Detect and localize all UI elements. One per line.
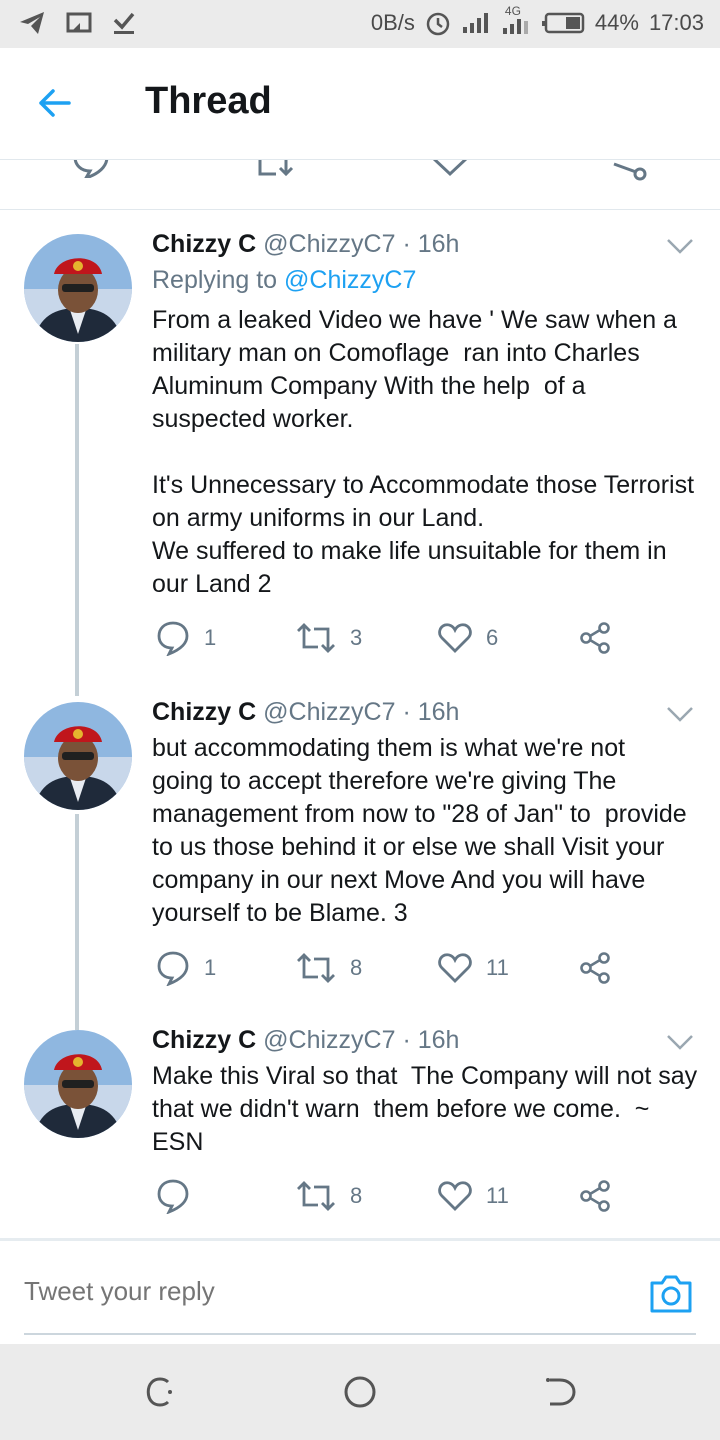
replying-to-handle[interactable]: @ChizzyC7 xyxy=(284,266,416,294)
reply-composer xyxy=(0,1238,720,1344)
camera-icon[interactable] xyxy=(648,1273,694,1315)
speech-bubble-icon[interactable] xyxy=(72,160,110,178)
like-count: 11 xyxy=(486,955,509,980)
thread-line xyxy=(75,344,79,696)
tweet-actions: 8 11 xyxy=(152,1176,622,1216)
like-count: 6 xyxy=(486,625,499,650)
battery-icon xyxy=(541,12,585,34)
tweet-text: From a leaked Video we have ' We saw whe… xyxy=(152,306,695,598)
reply-input[interactable] xyxy=(24,1271,624,1311)
tweet-header: Chizzy C @ChizzyC7 · 16h xyxy=(152,230,459,259)
back-nav-icon[interactable] xyxy=(542,1374,578,1410)
author-name[interactable]: Chizzy C xyxy=(152,698,256,726)
tweet-text: Make this Viral so that The Company will… xyxy=(152,1062,698,1156)
author-name[interactable]: Chizzy C xyxy=(152,230,256,258)
retweet-count: 8 xyxy=(350,955,363,980)
tweet[interactable]: Chizzy C @ChizzyC7 · 16h Make this Viral… xyxy=(0,1018,720,1238)
reply-divider xyxy=(24,1333,696,1335)
chevron-down-icon[interactable] xyxy=(664,1030,696,1054)
author-handle[interactable]: @ChizzyC7 xyxy=(263,1026,395,1054)
page-title: Thread xyxy=(145,80,272,122)
heart-icon[interactable] xyxy=(430,160,470,178)
home-icon[interactable] xyxy=(342,1374,378,1410)
retweet-button[interactable]: 3 xyxy=(296,618,362,658)
status-bar: 0B/s 4G 44% 17:03 xyxy=(0,0,720,48)
signal-icon xyxy=(462,13,488,33)
retweet-button[interactable]: 8 xyxy=(296,948,362,988)
tweet[interactable]: Chizzy C @ChizzyC7 · 16h but accommodati… xyxy=(0,690,720,1030)
system-nav-bar xyxy=(0,1344,720,1440)
tweet-header: Chizzy C @ChizzyC7 · 16h xyxy=(152,698,459,727)
alarm-icon xyxy=(426,12,450,36)
share-button[interactable] xyxy=(578,618,612,658)
retweet-button[interactable]: 8 xyxy=(296,1176,362,1216)
app-header: Thread xyxy=(0,48,720,160)
reply-count: 1 xyxy=(204,955,217,980)
reply-count: 1 xyxy=(204,625,217,650)
tweet-actions: 1 8 11 xyxy=(152,948,622,988)
reply-button[interactable]: 1 xyxy=(156,948,216,988)
retweet-icon xyxy=(297,1181,335,1211)
share-icon[interactable] xyxy=(608,160,648,182)
retweet-count: 8 xyxy=(350,1183,363,1208)
tweet[interactable]: Chizzy C @ChizzyC7 · 16h Replying to @Ch… xyxy=(0,210,720,696)
tweet-actions: 1 3 6 xyxy=(152,618,622,658)
retweet-icon xyxy=(297,953,335,983)
reply-button[interactable] xyxy=(156,1176,204,1216)
battery-percent: 44% xyxy=(594,10,639,35)
recent-apps-icon[interactable] xyxy=(142,1374,178,1410)
avatar[interactable] xyxy=(24,234,132,342)
author-name[interactable]: Chizzy C xyxy=(152,1026,256,1054)
arrow-left-icon xyxy=(39,89,71,117)
chevron-down-icon[interactable] xyxy=(664,702,696,726)
retweet-icon xyxy=(297,623,335,653)
share-icon xyxy=(580,1180,610,1212)
clock: 17:03 xyxy=(648,10,704,35)
heart-icon xyxy=(438,1181,472,1211)
share-button[interactable] xyxy=(578,1176,612,1216)
speech-bubble-icon xyxy=(157,951,189,986)
retweet-icon[interactable] xyxy=(252,160,294,178)
share-icon xyxy=(580,622,610,654)
like-button[interactable]: 11 xyxy=(438,1176,509,1216)
share-button[interactable] xyxy=(578,948,612,988)
download-done-icon xyxy=(113,12,135,34)
heart-icon xyxy=(438,953,472,983)
like-button[interactable]: 6 xyxy=(438,618,498,658)
tweet-time: · 16h xyxy=(402,698,460,726)
tweet-time: · 16h xyxy=(402,230,460,258)
author-handle[interactable]: @ChizzyC7 xyxy=(263,698,395,726)
replying-to: Replying to @ChizzyC7 xyxy=(152,266,417,294)
previous-tweet-actions xyxy=(0,160,720,210)
tweet-time: · 16h xyxy=(402,1026,460,1054)
retweet-count: 3 xyxy=(350,625,363,650)
heart-icon xyxy=(438,623,472,653)
like-count: 11 xyxy=(486,1183,509,1208)
back-button[interactable] xyxy=(30,78,80,128)
reply-button[interactable]: 1 xyxy=(156,618,216,658)
avatar[interactable] xyxy=(24,1030,132,1138)
speech-bubble-icon xyxy=(157,621,189,656)
thread-line xyxy=(75,814,79,1030)
speech-bubble-icon xyxy=(157,1179,189,1214)
net-speed: 0B/s xyxy=(370,10,415,35)
tweet-header: Chizzy C @ChizzyC7 · 16h xyxy=(152,1026,459,1055)
avatar[interactable] xyxy=(24,702,132,810)
chevron-down-icon[interactable] xyxy=(664,234,696,258)
telegram-icon xyxy=(20,12,44,34)
like-button[interactable]: 11 xyxy=(438,948,509,988)
screen-cast-icon xyxy=(66,12,92,33)
network-type: 4G xyxy=(501,4,531,36)
share-icon xyxy=(580,952,610,984)
author-handle[interactable]: @ChizzyC7 xyxy=(263,230,395,258)
tweet-text: but accommodating them is what we're not… xyxy=(152,734,687,927)
